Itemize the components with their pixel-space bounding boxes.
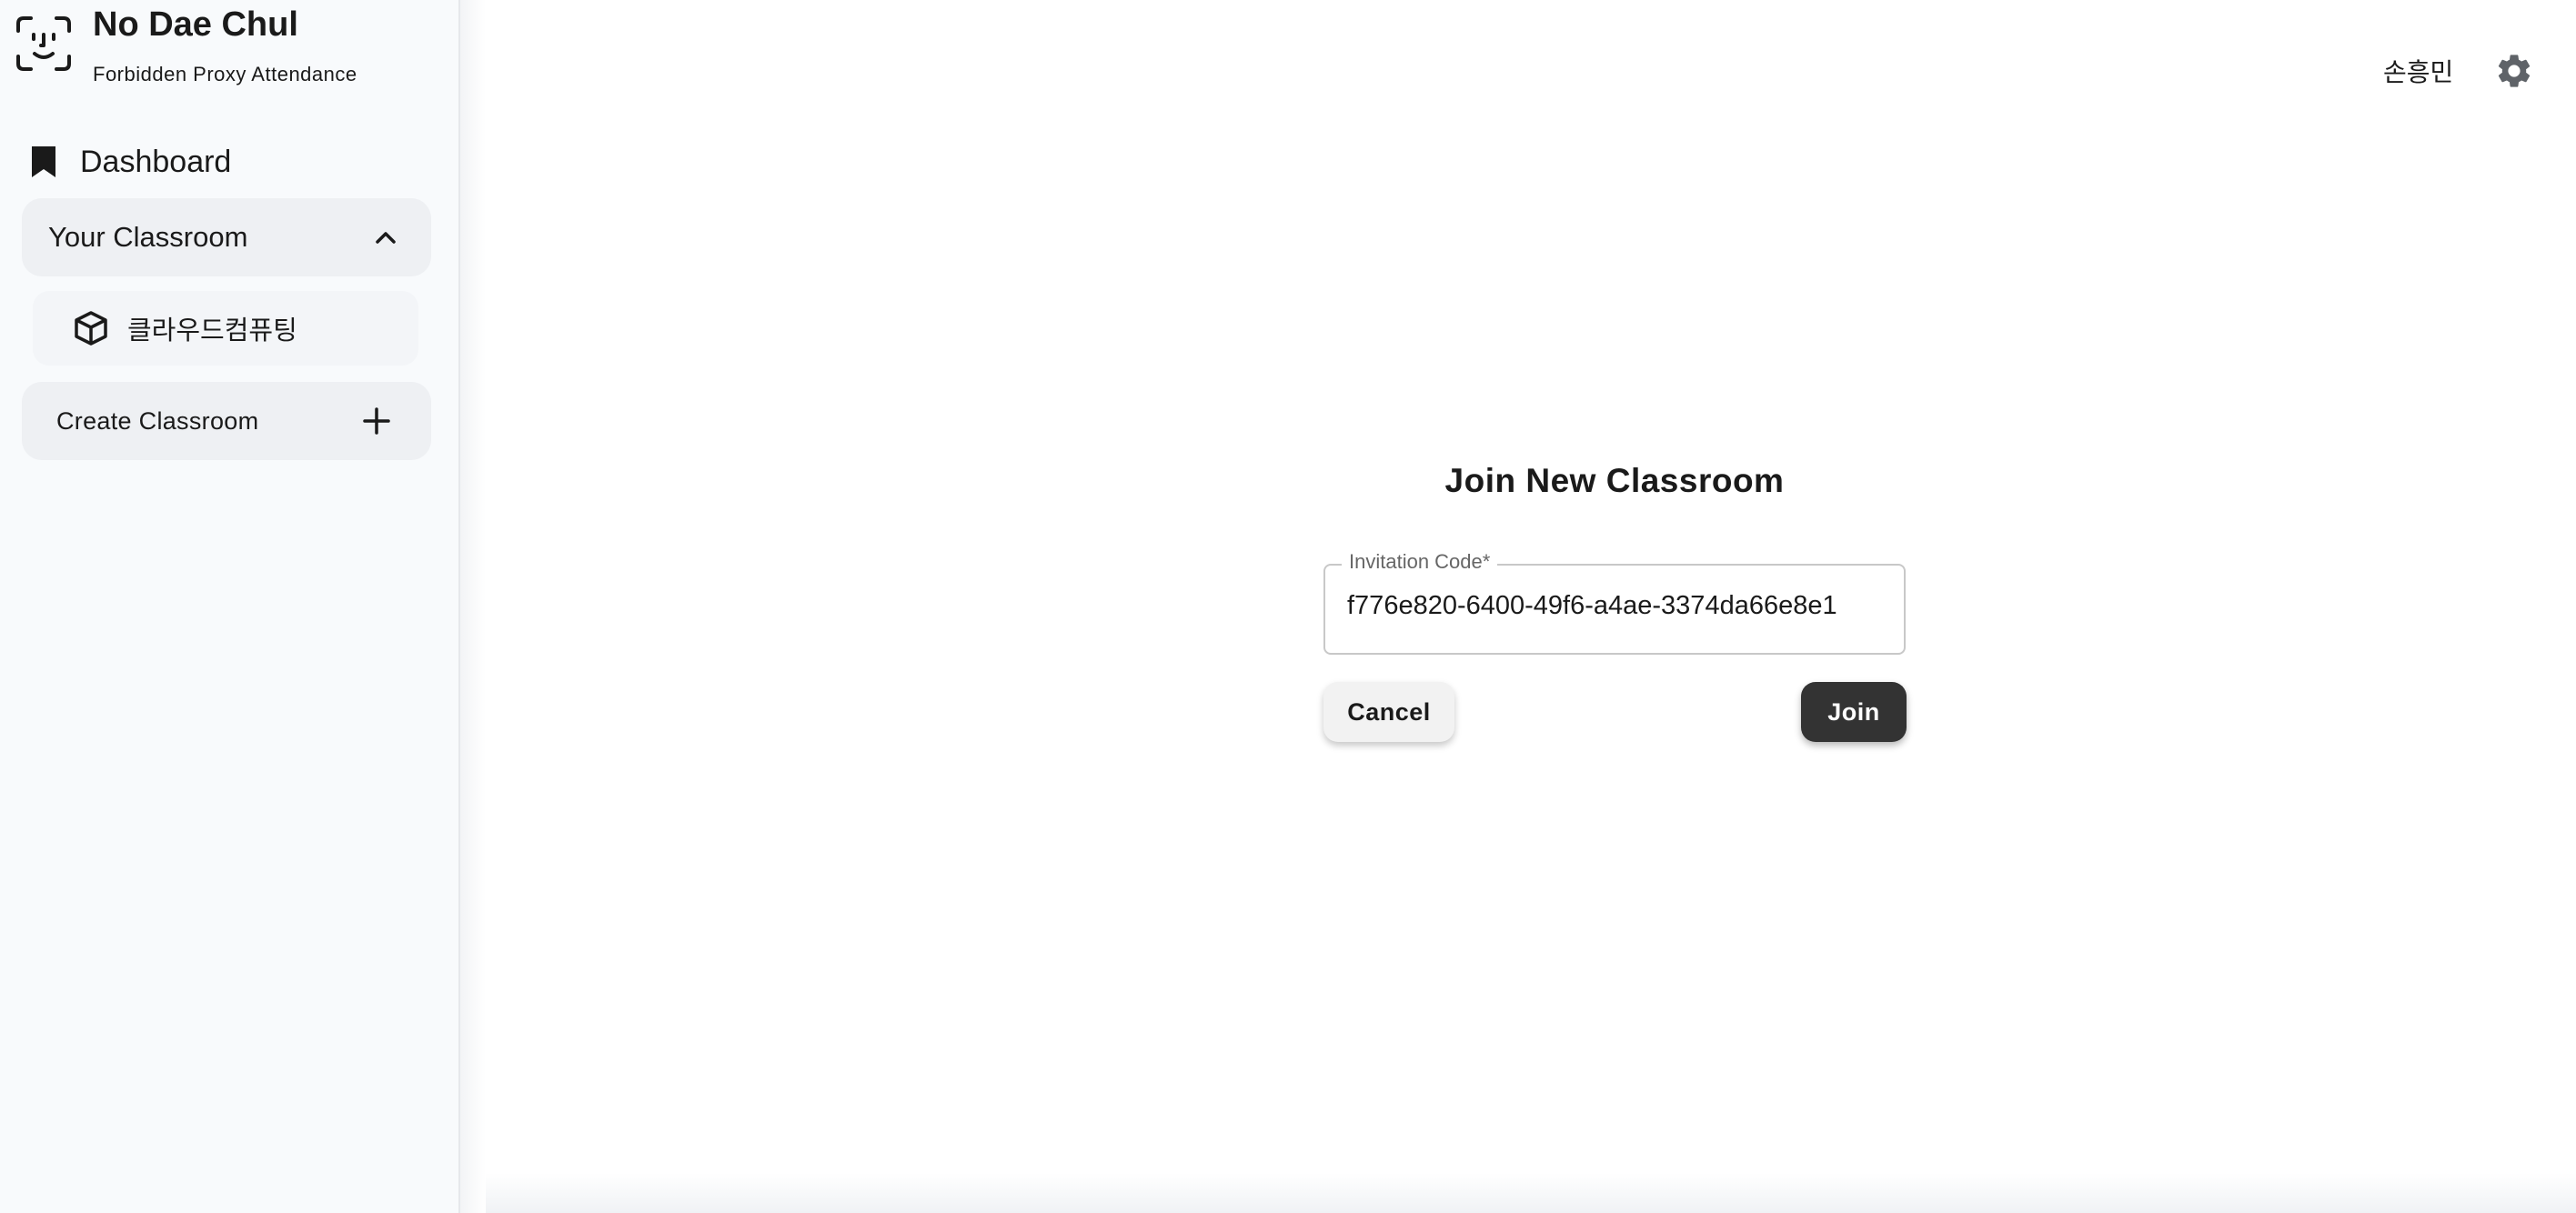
bottom-shadow	[486, 1173, 2576, 1213]
sidebar-item-label: Dashboard	[80, 144, 232, 179]
gear-icon[interactable]	[2494, 51, 2534, 91]
cancel-button[interactable]: Cancel	[1323, 682, 1454, 742]
your-classroom-toggle[interactable]: Your Classroom	[22, 198, 431, 276]
brand-subtitle: Forbidden Proxy Attendance	[93, 63, 357, 85]
your-classroom-label: Your Classroom	[48, 221, 248, 253]
invitation-code-label: Invitation Code*	[1342, 550, 1498, 574]
cube-icon	[75, 311, 107, 346]
invitation-code-field: Invitation Code*	[1323, 550, 1906, 655]
sidebar-item-classroom[interactable]: 클라우드컴퓨팅	[33, 291, 418, 366]
dialog-title: Join New Classroom	[1444, 462, 1785, 499]
classroom-name: 클라우드컴퓨팅	[127, 316, 297, 346]
sidebar: No Dae Chul Forbidden Proxy Attendance D…	[0, 0, 460, 1213]
plus-icon	[363, 407, 390, 435]
sidebar-shadow	[460, 0, 486, 1213]
brand-title: No Dae Chul	[93, 5, 298, 44]
invitation-code-input[interactable]	[1347, 591, 1884, 621]
join-button[interactable]: Join	[1801, 682, 1907, 742]
create-classroom-button[interactable]: Create Classroom	[22, 382, 431, 460]
required-marker: *	[1482, 550, 1491, 573]
sidebar-item-dashboard[interactable]: Dashboard	[22, 136, 440, 187]
face-scan-icon	[16, 16, 71, 71]
create-classroom-label: Create Classroom	[56, 406, 259, 435]
user-name: 손흥민	[2383, 58, 2454, 86]
chevron-up-icon	[376, 232, 396, 244]
bookmark-icon	[22, 140, 65, 184]
